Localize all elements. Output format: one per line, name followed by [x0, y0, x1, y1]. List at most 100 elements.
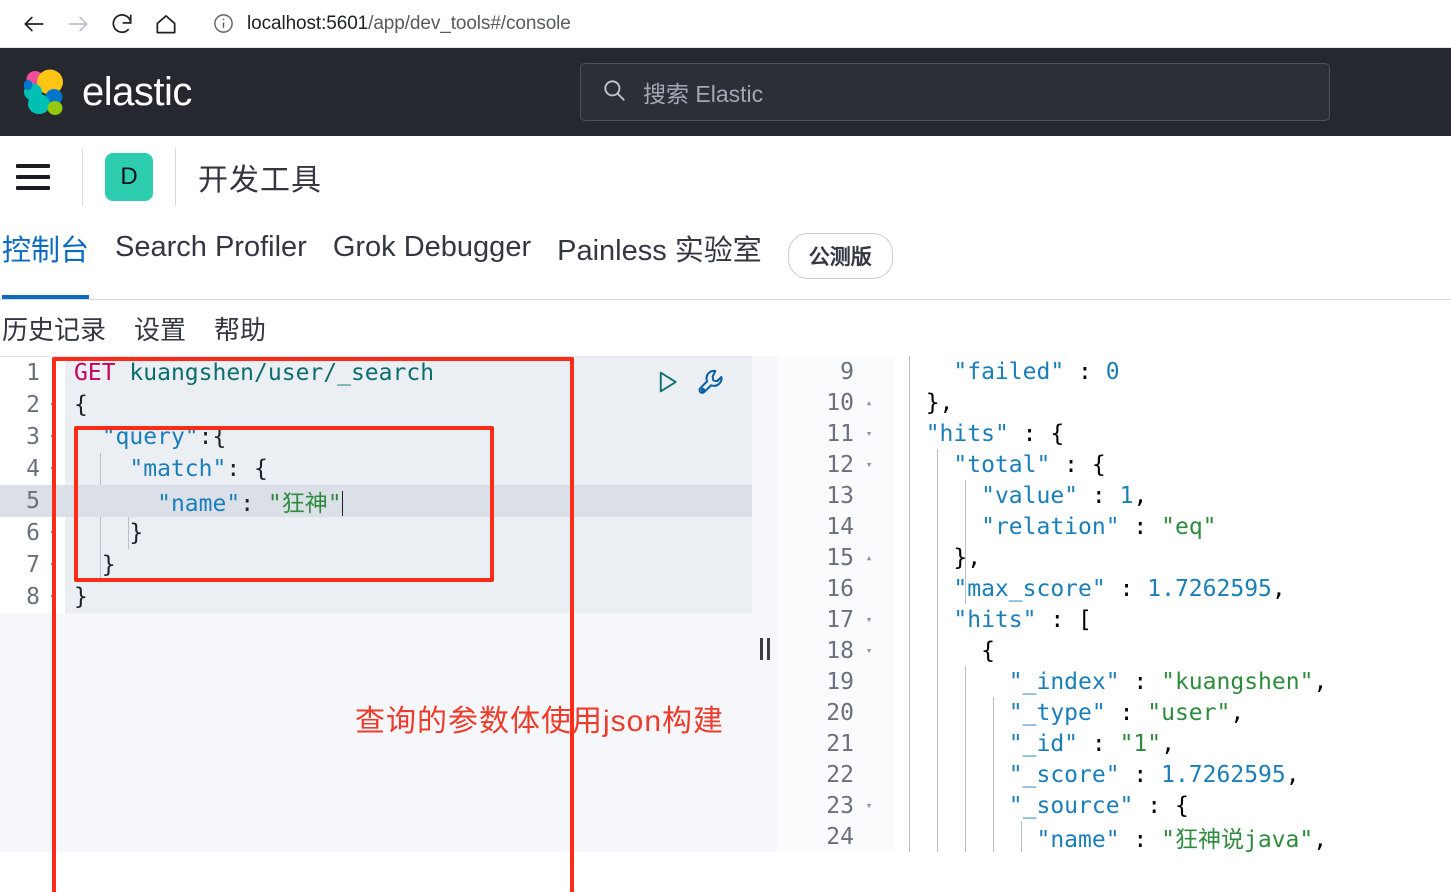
code-line[interactable]: 4 ▾ "match": { — [0, 453, 752, 485]
code-text: } — [74, 584, 88, 610]
fold-toggle[interactable]: ▾ — [40, 421, 65, 453]
line-number: 17 — [826, 606, 854, 633]
code-text: } — [74, 520, 144, 546]
tab-console[interactable]: 控制台 — [2, 218, 115, 299]
submenu-item-help[interactable]: 帮助 — [214, 310, 266, 347]
fold-toggle[interactable]: ▴ — [854, 551, 884, 564]
play-triangle-icon[interactable] — [652, 367, 682, 402]
code-text: "_index" : "kuangshen", — [1008, 668, 1328, 695]
url-path: /app/dev_tools#/console — [368, 12, 571, 34]
hamburger-menu-icon[interactable] — [6, 150, 60, 204]
line-number: 9 — [840, 358, 854, 385]
code-line[interactable]: 2 ▾ { — [0, 389, 752, 421]
fold-toggle[interactable]: ▴ — [854, 396, 884, 409]
request-editor-lines[interactable]: 1 GET kuangshen/user/_search 2 ▾ { 3 ▾ "… — [0, 357, 752, 613]
response-line: 15 ▴ }, — [778, 542, 1451, 573]
response-line: 12 ▾ "total" : { — [778, 449, 1451, 480]
code-text: "name": "狂神" — [157, 491, 343, 517]
fold-toggle[interactable]: ▾ — [854, 799, 884, 812]
fold-toggle[interactable]: ▾ — [40, 549, 65, 581]
code-text: "total" : { — [953, 451, 1106, 478]
line-number: 20 — [826, 699, 854, 726]
fold-toggle[interactable]: ▾ — [40, 517, 65, 549]
wrench-icon[interactable] — [696, 367, 726, 402]
line-number: 2 — [26, 392, 40, 418]
line-number: 23 — [826, 792, 854, 819]
code-text: "relation" : "eq" — [981, 513, 1217, 540]
fold-toggle[interactable]: ▾ — [40, 453, 65, 485]
code-text: { — [74, 392, 88, 418]
response-line: 16 "max_score" : 1.7262595, — [778, 573, 1451, 604]
divider — [175, 148, 176, 206]
fold-toggle[interactable]: ▾ — [854, 613, 884, 626]
code-line[interactable]: 7 ▾ } — [0, 549, 752, 581]
global-search-placeholder: 搜索 Elastic — [643, 81, 764, 107]
fold-toggle[interactable]: ▾ — [40, 581, 65, 613]
code-text: } — [74, 552, 116, 578]
response-line: 22 "_score" : 1.7262595, — [778, 759, 1451, 790]
response-line: 9 "failed" : 0 — [778, 356, 1451, 387]
line-number: 12 — [826, 451, 854, 478]
fold-toggle[interactable]: ▾ — [854, 644, 884, 657]
line-number: 13 — [826, 482, 854, 509]
address-bar[interactable]: localhost:5601/app/dev_tools#/console — [202, 6, 1382, 41]
response-line: 13 "value" : 1, — [778, 480, 1451, 511]
request-editor[interactable]: 1 GET kuangshen/user/_search 2 ▾ { 3 ▾ "… — [0, 356, 752, 852]
home-button[interactable] — [144, 4, 188, 44]
line-number: 6 — [26, 520, 40, 546]
reload-button[interactable] — [100, 4, 144, 44]
response-line: 24 "name" : "狂神说java", — [778, 821, 1451, 853]
divider — [82, 148, 83, 206]
drag-handle-icon[interactable] — [760, 638, 770, 660]
global-search-input[interactable]: 搜索 Elastic — [580, 63, 1330, 121]
code-text: "value" : 1, — [981, 482, 1148, 509]
code-text: "max_score" : 1.7262595, — [953, 575, 1286, 602]
line-number: 15 — [826, 544, 854, 571]
response-line: 19 "_index" : "kuangshen", — [778, 666, 1451, 697]
console-body: 1 GET kuangshen/user/_search 2 ▾ { 3 ▾ "… — [0, 356, 1451, 892]
panel-splitter[interactable] — [752, 356, 778, 852]
brand-name: elastic — [82, 70, 192, 114]
fold-toggle[interactable]: ▾ — [40, 389, 65, 421]
beta-badge: 公测版 — [787, 233, 893, 279]
tab-grok-debugger[interactable]: Grok Debugger — [333, 218, 557, 299]
brand[interactable]: elastic — [23, 69, 192, 115]
code-text: "hits" : [ — [953, 606, 1092, 633]
submenu-item-settings[interactable]: 设置 — [134, 310, 186, 347]
response-viewer[interactable]: 9 "failed" : 0 10 ▴ }, 11 ▾ "hits" : {12 ▾ "t… — [778, 356, 1451, 852]
line-number: 11 — [826, 420, 854, 447]
code-text: }, — [898, 544, 982, 571]
forward-button[interactable] — [56, 4, 100, 44]
tab-painless-lab[interactable]: Painless 实验室 — [557, 218, 788, 299]
tab-label: Painless 实验室 — [557, 234, 762, 267]
fold-toggle[interactable]: ▾ — [854, 427, 884, 440]
code-text: { — [898, 637, 995, 664]
response-line: 18 ▾ { — [778, 635, 1451, 666]
url-host: localhost:5601 — [247, 12, 369, 34]
code-line[interactable]: 8 ▾ } — [0, 581, 752, 613]
info-circle-icon[interactable] — [212, 12, 235, 35]
url-text: localhost:5601/app/dev_tools#/console — [247, 13, 571, 35]
submenu-item-history[interactable]: 历史记录 — [2, 310, 106, 347]
code-text: "match": { — [129, 456, 268, 482]
code-line[interactable]: 3 ▾ "query":{ — [0, 421, 752, 453]
line-number: 21 — [826, 730, 854, 757]
code-line[interactable]: 5 "name": "狂神" — [0, 485, 752, 517]
line-number: 8 — [26, 584, 40, 610]
tab-label: Search Profiler — [115, 231, 307, 263]
home-icon — [153, 11, 179, 37]
line-number: 10 — [826, 389, 854, 416]
response-line: 11 ▾ "hits" : { — [778, 418, 1451, 449]
response-line: 14 "relation" : "eq" — [778, 511, 1451, 542]
code-line[interactable]: 1 GET kuangshen/user/_search — [0, 357, 752, 389]
tab-label: Grok Debugger — [332, 231, 532, 263]
tab-bar: 控制台 Search Profiler Grok Debugger Painle… — [0, 218, 1451, 300]
line-number: 18 — [826, 637, 854, 664]
tab-label: 控制台 — [2, 234, 90, 267]
console-submenu: 历史记录 设置 帮助 — [0, 300, 1451, 356]
fold-toggle[interactable]: ▾ — [854, 458, 884, 471]
tab-search-profiler[interactable]: Search Profiler — [115, 218, 333, 299]
search-icon — [601, 77, 627, 108]
back-button[interactable] — [12, 4, 56, 44]
code-line[interactable]: 6 ▾ } — [0, 517, 752, 549]
